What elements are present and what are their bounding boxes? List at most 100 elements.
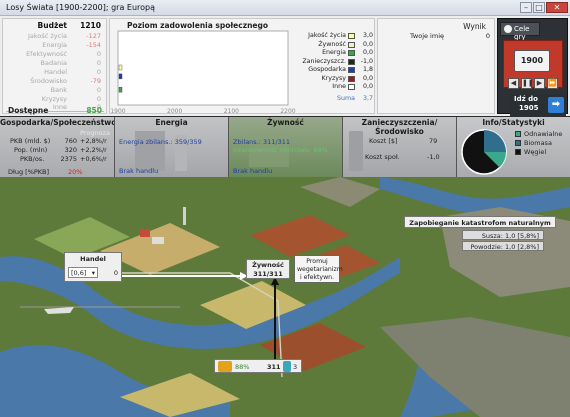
budget-row[interactable]: Badania 0 [7,59,103,68]
arrow-right-icon: ➡ [548,97,564,113]
food-box-value: 311/311 [253,270,283,278]
budget-row[interactable]: Energia -154 [7,41,103,50]
budget-row[interactable]: Jakość życia -127 [7,32,103,41]
legend-value: 3,0 [362,32,373,39]
food-trade: Brak handlu [233,167,273,175]
trade-select-value: [0,6] [71,269,87,277]
x-tick-label: 2000 [167,108,182,115]
social-cost-value: -1,0 [427,153,440,161]
close-button[interactable]: ✕ [546,2,568,13]
disaster-title-box: Zapobieganie katastrofom naturalnym [404,216,556,228]
legend-row: Zanieczyszcz. -1,0 [290,58,374,67]
play-icon[interactable]: ▶ [534,78,545,89]
legend-value: -1,0 [360,57,373,65]
tab-pollution[interactable]: Zanieczyszczenia/Środowisko Koszt [$] 79… [343,117,457,177]
legend-label: Inne [332,83,346,90]
tab-energy[interactable]: Energia Energia zbilans.: 359/359 Brak h… [115,117,229,177]
available-label: Dostępne [8,106,49,115]
budget-row[interactable]: Efektywność 0 [7,50,103,59]
trade-box: Handel [0,6] ▾ 0 [64,252,122,282]
score-title: Wynik [463,22,486,31]
trade-title: Handel [80,255,106,263]
player-name: Twoje imię [410,32,445,40]
tab-economy[interactable]: Gospodarka/Społeczeństwo Prognoza PKB (m… [0,117,115,177]
legend-value: 0,0 [362,40,373,48]
x-tick-label: 1900 [110,108,125,115]
legend-label: Energia [322,49,346,56]
tab-food[interactable]: Żywność Zbilans.: 311/311 Intensywność r… [229,117,343,177]
budget-row-label: Efektywność [26,50,67,58]
energy-trade: Brak handlu [119,167,159,175]
social-cost-label: Koszt społ. [365,153,400,161]
game-map[interactable]: Handel [0,6] ▾ 0 Żywność 311/311 Promuj … [0,177,570,417]
legend-value: 0,0 [362,49,373,56]
economy-row-change: +0,6%/r [80,155,107,163]
legend-swatch [515,149,521,155]
flood-label: Powodzie: 1,0 [2,8%] [470,243,539,251]
economy-row-value: 2375 [60,155,77,163]
maximize-button[interactable]: □ [533,2,545,13]
budget-row-value: 0 [96,68,101,76]
budget-row-value: -79 [90,77,101,85]
budget-row-value: 0 [96,95,101,103]
legend-value: 0,0 [362,74,373,82]
satisfaction-chart: Poziom zadowolenia społecznego 1900 2000 2… [109,18,375,115]
fast-forward-icon[interactable]: ⏩ [547,78,558,89]
step-back-icon[interactable]: ◀ [508,78,519,89]
tab-info[interactable]: Info/Statystyki Odnawialne Biomasa Węgie… [457,117,570,177]
goals-button[interactable]: Cele gry [500,22,540,41]
promote-vegetarian-button[interactable]: Promuj wegetarianizm i efektywn. [294,255,343,283]
chevron-down-icon: ▾ [91,269,95,277]
legend-label: Zanieczyszcz. [302,57,346,65]
farm-bar: 88% 311 3 [214,359,302,373]
drought-label: Susza: 1,0 [5,8%] [481,232,539,240]
factory-icon [135,131,165,171]
budget-row-value: 0 [96,86,101,94]
goto-year: 1905 [519,104,539,112]
budget-row-label: Jakość życia [27,32,67,40]
minimize-button[interactable]: – [520,2,532,13]
budget-row-value: 0 [96,59,101,67]
legend-swatch [348,41,355,48]
legend-swatch [348,33,355,39]
budget-available: Dostępne 850 [6,106,102,115]
budget-value: 1210 [80,21,101,30]
budget-row[interactable]: Handel 0 [7,68,103,77]
series-point [118,86,123,93]
goto-year-button[interactable]: Idź do 1905 ➡ [510,94,566,118]
debt-label: Dług [%PKB] [8,168,50,176]
energy-title: Energia [155,118,188,127]
legend-swatch [348,84,355,90]
debt-value: 20% [68,168,83,176]
score-value: 0 [485,32,490,40]
energy-balance: Energia zbilans.: 359/359 [119,138,202,146]
budget-row[interactable]: Środowisko -79 [7,77,103,86]
legend-swatch [348,58,355,65]
research-value: 3 [293,363,298,371]
goals-icon [504,25,512,33]
available-value: 850 [86,106,102,115]
pollution-cost-value: 79 [429,137,438,145]
info-legend-label: Biomasa [524,139,552,147]
goals-label: Cele gry [514,25,530,41]
legend-row: Jakość życia 3,0 [290,32,374,41]
series-point [118,64,123,71]
trade-select[interactable]: [0,6] ▾ [68,267,98,278]
x-tick-label: 2200 [280,108,295,115]
drought-button[interactable]: Susza: 1,0 [5,8%] [462,230,544,240]
energy-mix-pie [461,129,507,175]
budget-row[interactable]: Bank 0 [7,86,103,95]
legend-label: Kryzysy [321,74,346,82]
food-efficiency: Intensywność rolnictwa: 88% [233,146,328,154]
smoke-icon [349,131,363,171]
flood-button[interactable]: Powodzie: 1,0 [2,8%] [462,241,544,251]
promote-label: Promuj wegetarianizm i efektywn. [297,258,343,281]
legend-swatch [348,75,355,82]
budget-row-label: Środowisko [30,77,67,85]
legend-label: Żywność [318,40,346,48]
legend-value: 0,0 [362,83,373,90]
food-balance: Zbilans.: 311/311 [233,138,291,146]
title-bar: Losy Świata [1900-2200]; gra Europą – □ … [0,0,570,16]
pause-icon[interactable]: ❚❚ [521,78,534,89]
food-title: Żywność [267,118,304,127]
